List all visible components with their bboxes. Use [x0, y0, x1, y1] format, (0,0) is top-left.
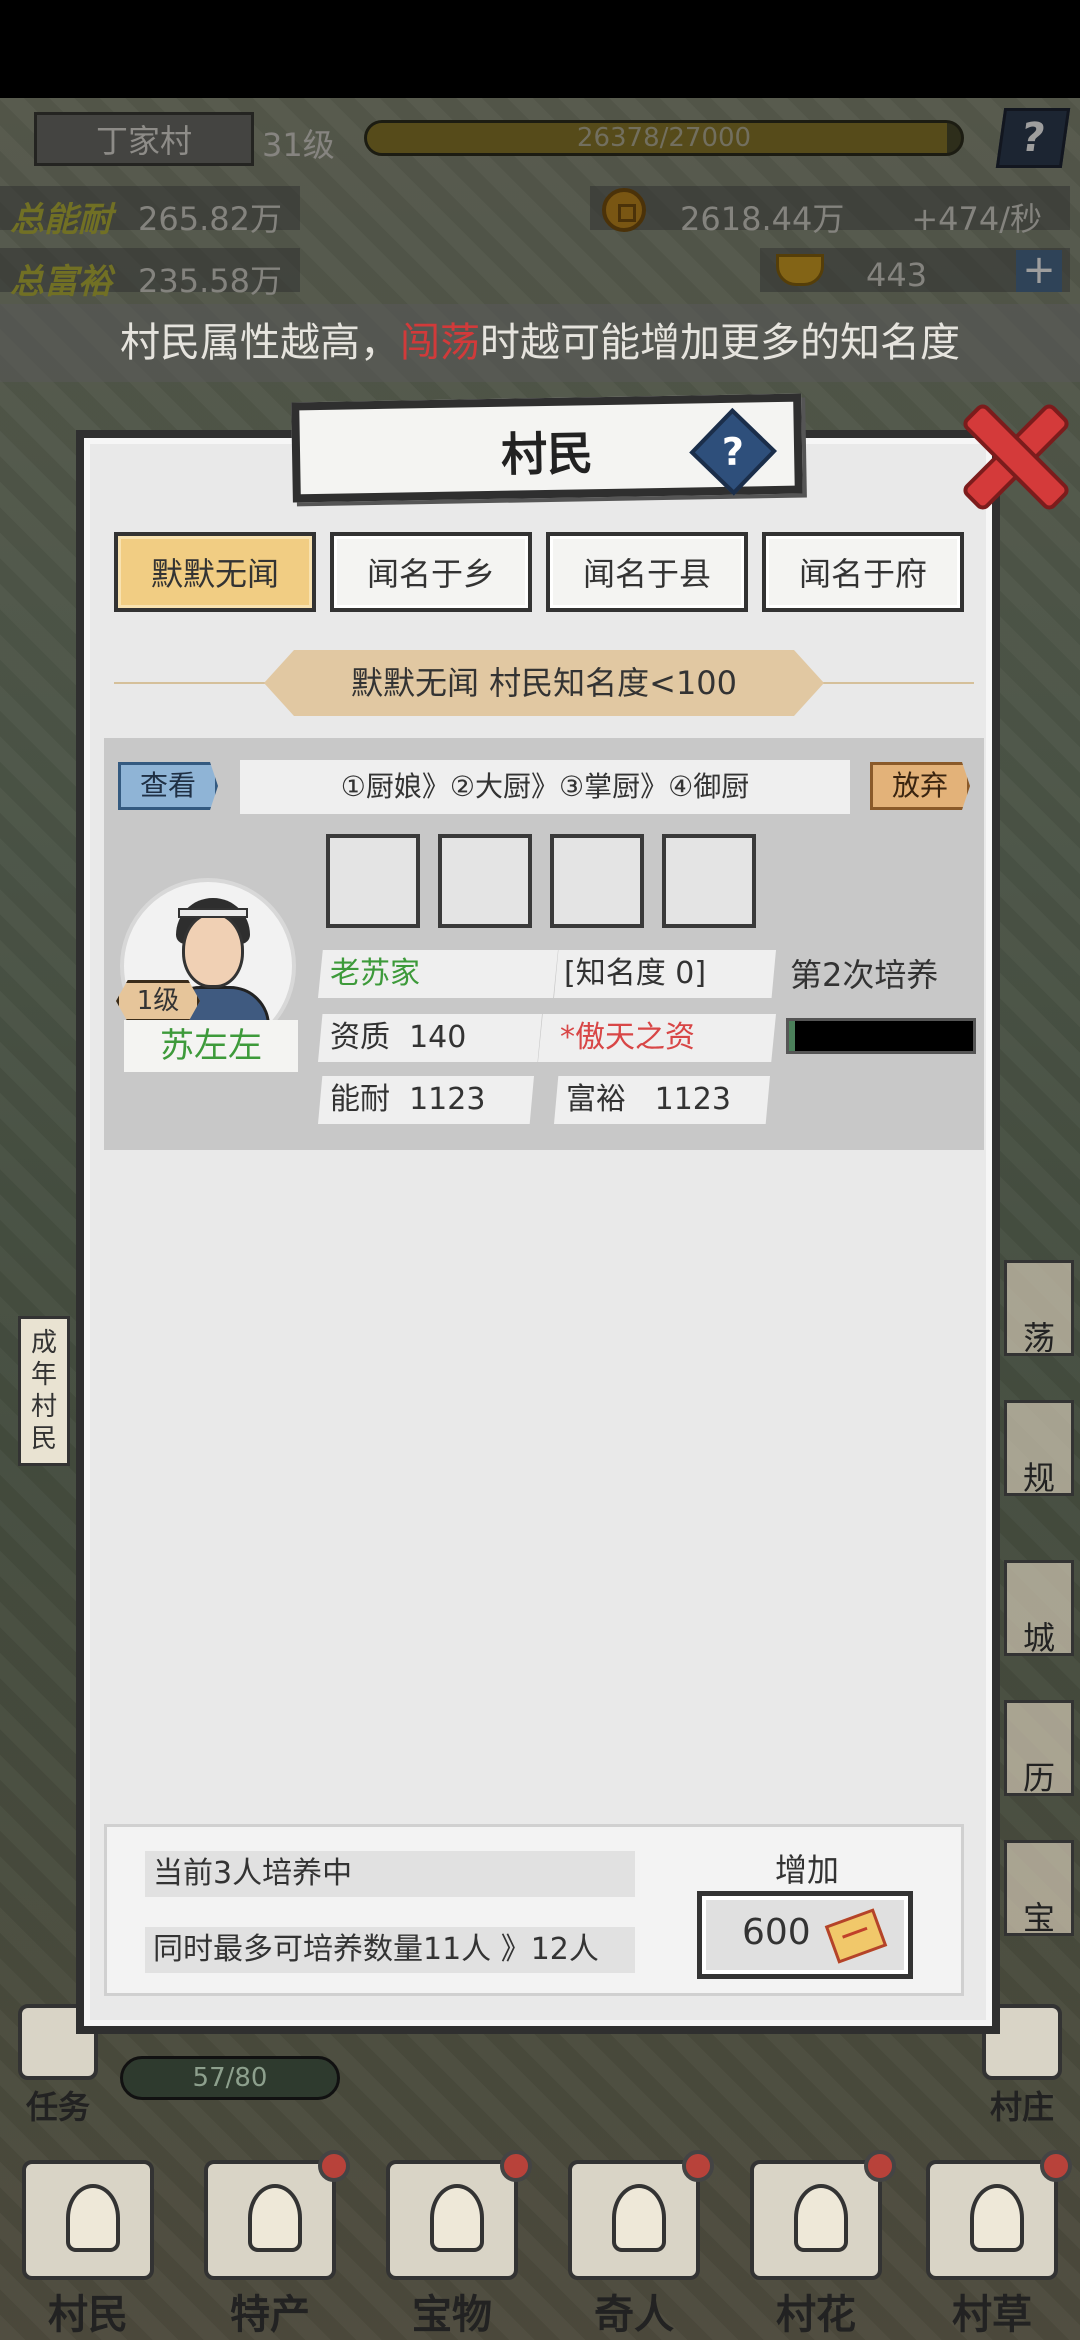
task-label: 任务 [25, 2088, 90, 2126]
notification-badge [1040, 2150, 1072, 2182]
tip-text-after: 时越可能增加更多的知名度 [480, 320, 960, 366]
equipment-slot[interactable] [662, 834, 756, 928]
villager-name: 苏左左 [124, 1020, 298, 1072]
power-stat-value: 1123 [409, 1082, 486, 1117]
notification-badge [500, 2150, 532, 2182]
notification-badge [682, 2150, 714, 2182]
wealth-stat-value: 1123 [654, 1082, 731, 1117]
tab-county-famous[interactable]: 闻名于县 [546, 532, 748, 612]
notification-badge [318, 2150, 350, 2182]
ticket-icon [824, 1908, 888, 1964]
tab-prefecture-famous[interactable]: 闻名于府 [762, 532, 964, 612]
history-button[interactable]: 历 [1004, 1700, 1074, 1796]
abandon-button[interactable]: 放弃 [870, 762, 970, 810]
add-capacity-button[interactable]: 600 [697, 1891, 913, 1979]
aptitude-value: 140 [409, 1020, 467, 1055]
nav-label: 村草 [952, 2291, 1032, 2338]
career-path: ①厨娘》②大厨》③掌厨》④御厨 [240, 760, 850, 814]
avatar-headband [178, 908, 248, 918]
bottom-nav: 村民 特产 宝物 奇人 村花 村草 [0, 2140, 1080, 2340]
wealth-stat-label: 富裕 [566, 1082, 626, 1117]
nav-label: 村花 [776, 2291, 856, 2338]
tab-unknown[interactable]: 默默无闻 [114, 532, 316, 612]
nav-treasures[interactable]: 宝物 [372, 2150, 532, 2340]
training-capacity-panel: 当前3人培养中 同时最多可培养数量11人 》12人 增加 600 [104, 1824, 964, 1996]
villager-card: 查看 ①厨娘》②大厨》③掌厨》④御厨 放弃 1级 苏左左 老苏家 [知名度 0]… [104, 738, 984, 1150]
rank-banner-text: 默默无闻 村民知名度<100 [264, 650, 824, 716]
notification-badge [864, 2150, 896, 2182]
close-icon[interactable] [950, 398, 1070, 508]
aptitude-cell: 资质 140 [318, 1014, 542, 1062]
aptitude-label: 资质 [330, 1020, 390, 1055]
tip-banner: 村民属性越高，闯荡时越可能增加更多的知名度 [0, 304, 1080, 382]
nav-village-belle[interactable]: 村花 [736, 2150, 896, 2340]
fame-tabs: 默默无闻 闻名于乡 闻名于县 闻名于府 [114, 532, 974, 616]
rules-button[interactable]: 规 [1004, 1400, 1074, 1496]
nav-label: 奇人 [594, 2291, 674, 2338]
status-bar [0, 0, 1080, 98]
modal-title-plate: 村民 ? [291, 393, 803, 503]
avatar-face [182, 912, 244, 988]
tip-highlight: 闯荡 [400, 320, 480, 366]
max-training-text: 同时最多可培养数量11人 》12人 [145, 1927, 635, 1973]
villager-fame: [知名度 0] [554, 950, 776, 998]
talent-trait: *傲天之资 [538, 1014, 776, 1062]
treasure-icon [386, 2160, 518, 2280]
train-count: 第2次培养 [790, 956, 939, 994]
equipment-slot[interactable] [438, 834, 532, 928]
scholar-icon [568, 2160, 700, 2280]
adult-villagers-label[interactable]: 成年村民 [18, 1316, 70, 1466]
villager-icon [22, 2160, 154, 2280]
equipment-slot[interactable] [326, 834, 420, 928]
rank-banner: 默默无闻 村民知名度<100 [114, 650, 974, 716]
city-button[interactable]: 城 [1004, 1560, 1074, 1656]
villager-family: 老苏家 [318, 950, 558, 998]
equipment-slot[interactable] [550, 834, 644, 928]
sack-icon [204, 2160, 336, 2280]
power-cell: 能耐 1123 [318, 1076, 534, 1124]
training-progress-bar [786, 1018, 976, 1054]
nav-village-hunk[interactable]: 村草 [912, 2150, 1072, 2340]
power-stat-label: 能耐 [330, 1082, 390, 1117]
belle-icon [750, 2160, 882, 2280]
nav-label: 宝物 [412, 2291, 492, 2338]
treasure-button[interactable]: 宝 [1004, 1840, 1074, 1936]
view-button[interactable]: 查看 [118, 762, 218, 810]
task-progress: 57/80 [120, 2056, 340, 2100]
current-training-text: 当前3人培养中 [145, 1851, 635, 1897]
nav-label: 特产 [230, 2291, 310, 2338]
villager-level: 1级 [116, 980, 200, 1022]
nav-specialties[interactable]: 特产 [190, 2150, 350, 2340]
training-progress-fill [789, 1021, 795, 1051]
add-capacity-label: 增加 [775, 1851, 840, 1889]
villager-modal: 村民 ? 默默无闻 闻名于乡 闻名于县 闻名于府 默默无闻 村民知名度<100 … [76, 393, 1000, 2034]
tab-township-famous[interactable]: 闻名于乡 [330, 532, 532, 612]
nav-villagers[interactable]: 村民 [8, 2150, 168, 2340]
nav-talents[interactable]: 奇人 [554, 2150, 714, 2340]
add-capacity-cost: 600 [742, 1912, 811, 1953]
nav-label: 村民 [48, 2291, 128, 2338]
wealth-cell: 富裕 1123 [554, 1076, 770, 1124]
village-house-label: 村庄 [989, 2088, 1054, 2126]
wander-button[interactable]: 荡 [1004, 1260, 1074, 1356]
tip-text-before: 村民属性越高， [120, 320, 400, 366]
hunk-icon [926, 2160, 1058, 2280]
